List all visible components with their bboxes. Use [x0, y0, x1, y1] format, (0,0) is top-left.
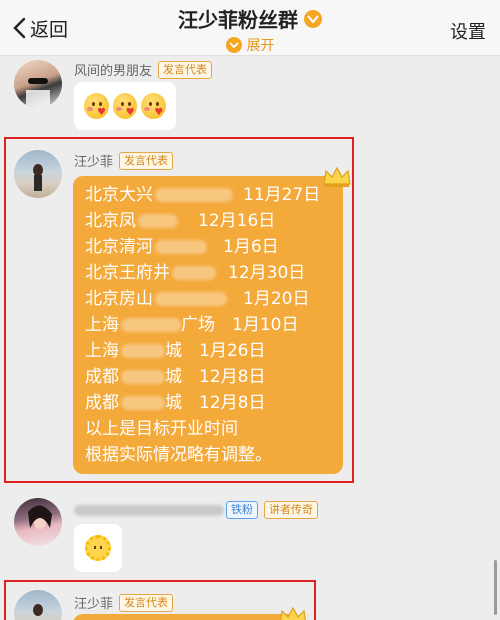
expand-button[interactable]: 展开: [225, 35, 275, 55]
sender-name-blurred: [74, 505, 224, 516]
sender-row: 汪少菲 发言代表: [74, 593, 174, 612]
back-button[interactable]: 返回: [12, 12, 68, 44]
schedule-line: 北京房山 1月20日: [85, 289, 310, 309]
sender-row: 汪少菲 发言代表: [74, 151, 174, 170]
emoji-message-bubble[interactable]: ♥ ♥ ♥: [74, 82, 176, 130]
sender-row: 风间的男朋友 发言代表: [74, 60, 213, 79]
kiss-emoji-icon: ♥: [112, 93, 138, 119]
sender-name[interactable]: 汪少菲: [74, 593, 113, 612]
sun-emoji-icon: [85, 535, 111, 561]
back-label: 返回: [30, 18, 69, 41]
schedule-note-line: 根据实际情况略有调整。: [85, 445, 272, 465]
avatar[interactable]: [14, 60, 62, 108]
settings-button[interactable]: 设置: [450, 18, 486, 44]
sender-name[interactable]: 风间的男朋友: [74, 60, 152, 79]
schedule-note-line: 以上是目标开业时间: [85, 419, 238, 439]
schedule-line: 北京凤 12月16日: [85, 211, 276, 231]
crown-icon: [323, 166, 351, 187]
schedule-line: 成都城 12月8日: [85, 393, 266, 413]
scrollbar[interactable]: [494, 560, 497, 615]
sender-tags: 铁粉 讲者传奇: [226, 501, 318, 519]
role-tag: 发言代表: [119, 151, 174, 170]
fan-level-tag: 铁粉: [226, 501, 258, 519]
title-tag: 讲者传奇: [264, 501, 318, 519]
chevron-down-icon: [225, 37, 242, 53]
schedule-line: 北京大兴 11月27日: [85, 185, 321, 205]
schedule-line: 上海 广场 1月10日: [85, 315, 299, 335]
title-area[interactable]: 汪少菲粉丝群 展开: [150, 4, 350, 57]
verified-badge-icon: [304, 9, 322, 28]
kiss-emoji-icon: ♥: [141, 93, 167, 119]
schedule-line: 成都城 12月8日: [85, 367, 266, 387]
group-title: 汪少菲粉丝群: [178, 8, 298, 32]
sender-name[interactable]: 汪少菲: [74, 151, 113, 170]
chat-header: 返回 汪少菲粉丝群 展开 设置: [0, 0, 500, 56]
role-tag: 发言代表: [158, 60, 213, 79]
schedule-line: 北京清河 1月6日: [85, 237, 279, 257]
expand-label: 展开: [246, 38, 275, 54]
kiss-emoji-icon: ♥: [84, 93, 109, 119]
avatar[interactable]: [14, 150, 62, 198]
store-schedule-bubble[interactable]: 北京大兴 11月27日 北京凤 12月16日 北京清河 1月6日 北京王府井 12月30…: [73, 176, 343, 474]
emoji-message-bubble[interactable]: [74, 524, 122, 572]
role-tag: 发言代表: [119, 593, 174, 612]
schedule-line: 北京王府井 12月30日: [85, 263, 306, 283]
message-bubble-partial[interactable]: [73, 614, 303, 620]
avatar[interactable]: [14, 498, 62, 546]
schedule-line: 上海城 1月26日: [85, 341, 266, 361]
crown-icon: [280, 606, 306, 620]
chevron-left-icon: [13, 17, 26, 39]
